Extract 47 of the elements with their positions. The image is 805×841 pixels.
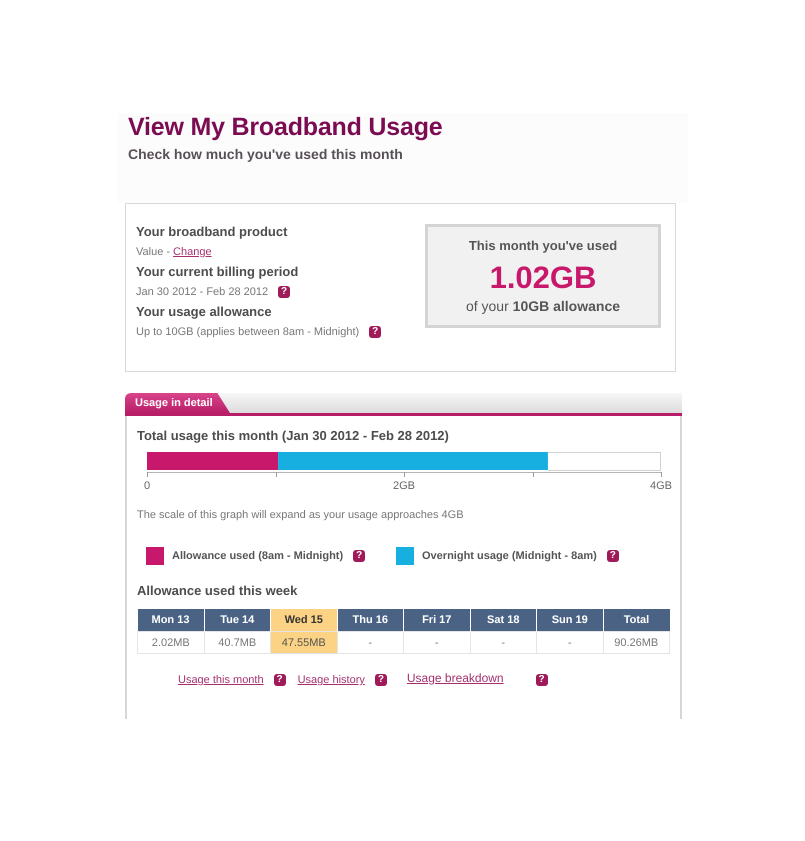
page-title: View My Broadband Usage (128, 113, 442, 141)
day-header: Tue 14 (204, 609, 270, 632)
usage-cell: - (337, 632, 404, 654)
usage-cell: 40.7MB (204, 632, 270, 654)
usage-cell: - (536, 632, 603, 654)
info-heading: Your current billing period (136, 264, 298, 280)
info-heading: Your usage allowance (136, 304, 272, 320)
help-icon[interactable]: ? (278, 286, 290, 298)
detail-tab[interactable]: Usage in detail (125, 393, 230, 413)
day-header: Fri 17 (404, 609, 470, 632)
page-subtitle: Check how much you've used this month (128, 145, 403, 163)
legend-label: Allowance used (8am - Midnight) (172, 550, 344, 562)
help-icon[interactable]: ? (353, 550, 366, 562)
axis-label: 2GB (393, 480, 415, 492)
info-value: Value - (136, 245, 170, 259)
help-icon[interactable]: ? (374, 674, 387, 686)
change-link[interactable]: Change (173, 245, 212, 259)
axis-label: 4GB (650, 480, 672, 492)
help-icon[interactable]: ? (536, 674, 548, 686)
day-header: Wed 15 (270, 609, 337, 632)
usage-cell: - (404, 632, 470, 654)
help-icon[interactable]: ? (274, 674, 286, 686)
usage-cell: 2.02MB (138, 632, 204, 654)
usage-cell: 47.55MB (270, 632, 337, 654)
info-heading: Your broadband product (136, 224, 288, 240)
help-icon[interactable]: ? (369, 326, 382, 338)
allowance-text: of your 10GB allowance (466, 297, 620, 315)
day-header: Sat 18 (470, 609, 536, 632)
usage-link[interactable]: Usage history (298, 674, 365, 686)
help-icon[interactable]: ? (606, 550, 619, 562)
day-header: Thu 16 (337, 609, 404, 632)
usage-cell: - (470, 632, 536, 654)
day-header: Sun 19 (536, 609, 603, 632)
info-value: Jan 30 2012 - Feb 28 2012 (136, 285, 268, 299)
usage-amount: 1.02GB (488, 260, 598, 296)
scale-note: The scale of this graph will expand as your usage approaches 4GB (137, 508, 464, 522)
usage-caption: This month you've used (468, 237, 618, 254)
legend-label: Overnight usage (Midnight - 8am) (422, 550, 597, 562)
chart-title: Total usage this month (Jan 30 2012 - Feb 28 2012) (137, 427, 449, 444)
week-title: Allowance used this week (137, 582, 298, 599)
usage-link[interactable]: Usage this month (178, 674, 264, 686)
info-value: Up to 10GB (applies between 8am - Midnight) (136, 325, 360, 339)
day-header: Total (603, 609, 670, 632)
usage-link[interactable]: Usage breakdown (406, 671, 504, 685)
usage-cell: 90.26MB (603, 632, 670, 654)
day-header: Mon 13 (138, 609, 204, 632)
axis-label: 0 (144, 480, 150, 492)
